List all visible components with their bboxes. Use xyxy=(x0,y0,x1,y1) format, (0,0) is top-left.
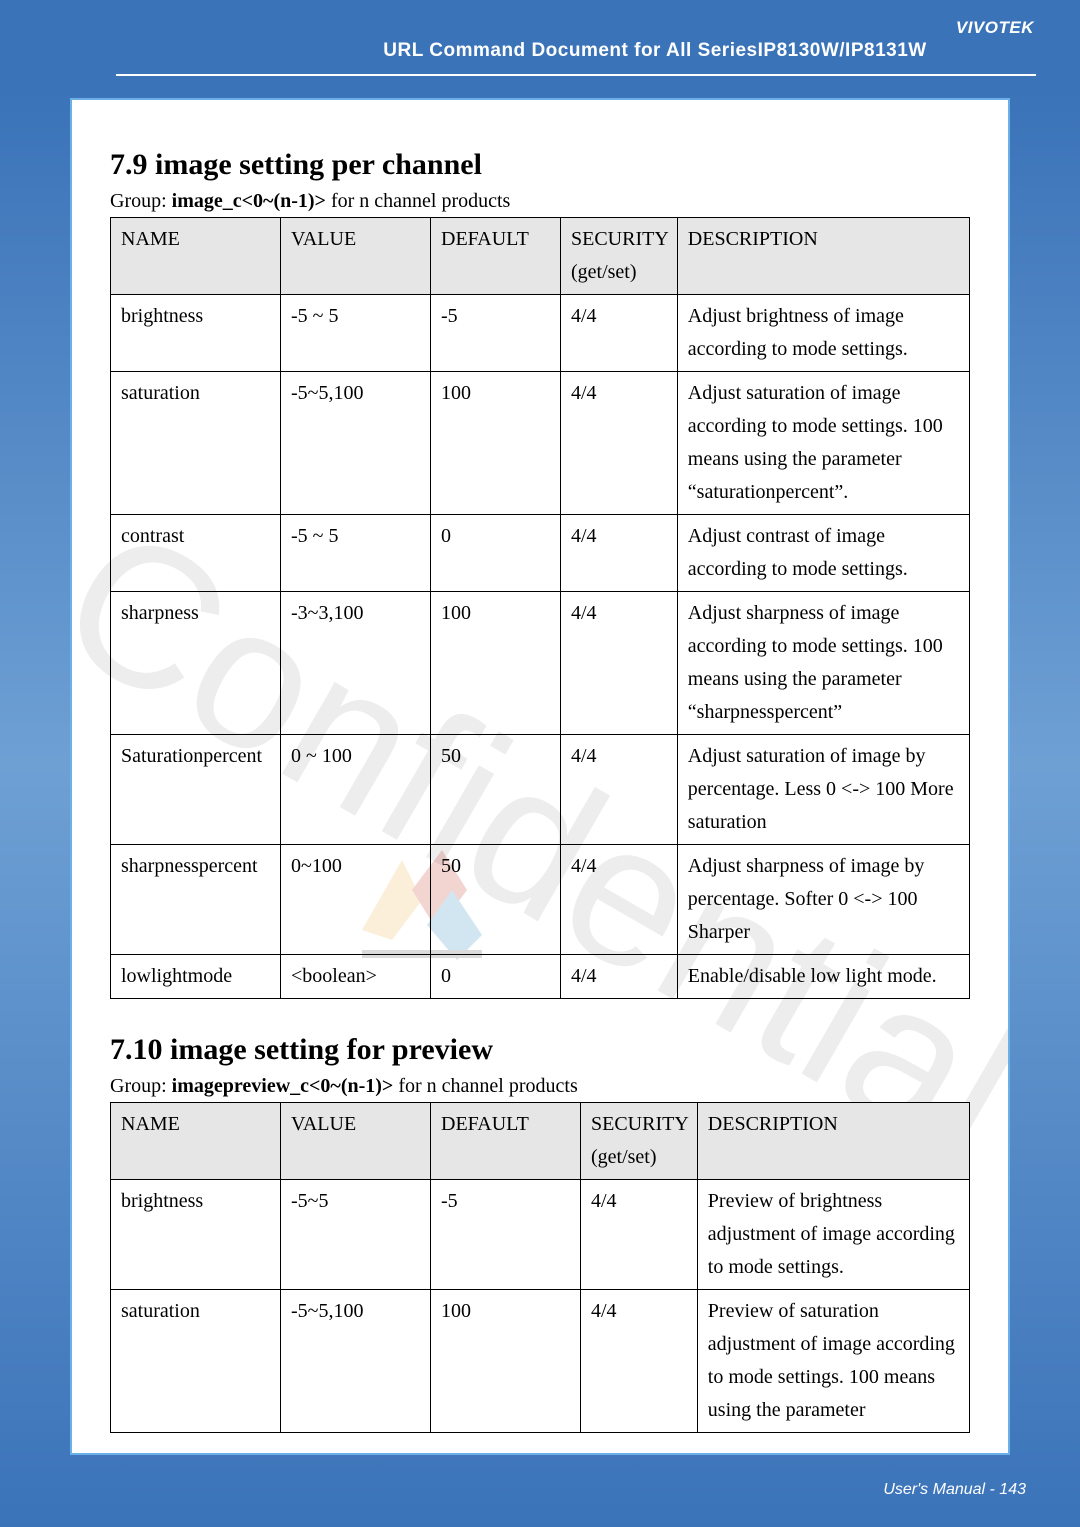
table-7-10: NAME VALUE DEFAULT SECURITY (get/set) DE… xyxy=(110,1102,970,1433)
cell-value: -5~5 xyxy=(281,1180,431,1290)
cell-description: Adjust sharpness of image according to m… xyxy=(677,592,969,735)
cell-name: sharpnesspercent xyxy=(111,845,281,955)
col-value: VALUE xyxy=(281,218,431,295)
table-row: sharpness -3~3,100 100 4/4 Adjust sharpn… xyxy=(111,592,970,735)
cell-value: -5 ~ 5 xyxy=(281,295,431,372)
cell-description: Preview of brightness adjustment of imag… xyxy=(697,1180,969,1290)
section-7-9-heading: 7.9 image setting per channel xyxy=(110,148,970,182)
page-footer: User's Manual - 143 xyxy=(883,1481,1026,1499)
cell-description: Enable/disable low light mode. xyxy=(677,955,969,999)
brand-label: VIVOTEK xyxy=(956,18,1034,38)
content-frame: Confidential 7.9 image setting per chann… xyxy=(70,98,1010,1455)
doc-title: URL Command Document for All SeriesIP813… xyxy=(0,40,1080,62)
cell-name: sharpness xyxy=(111,592,281,735)
col-security-l2: (get/set) xyxy=(571,261,637,283)
table-row: NAME VALUE DEFAULT SECURITY (get/set) DE… xyxy=(111,218,970,295)
cell-security: 4/4 xyxy=(561,295,678,372)
group-prefix: Group: xyxy=(110,1075,172,1097)
cell-default: 50 xyxy=(431,845,561,955)
cell-description: Adjust brightness of image according to … xyxy=(677,295,969,372)
cell-security: 4/4 xyxy=(581,1180,698,1290)
table-row: NAME VALUE DEFAULT SECURITY (get/set) DE… xyxy=(111,1103,970,1180)
cell-description: Preview of saturation adjustment of imag… xyxy=(697,1290,969,1433)
page-header: VIVOTEK URL Command Document for All Ser… xyxy=(0,0,1080,74)
cell-default: 100 xyxy=(431,1290,581,1433)
section-7-10-heading: 7.10 image setting for preview xyxy=(110,1033,970,1067)
cell-description: Adjust sharpness of image by percentage.… xyxy=(677,845,969,955)
table-row: Saturationpercent 0 ~ 100 50 4/4 Adjust … xyxy=(111,735,970,845)
table-row: brightness -5~5 -5 4/4 Preview of bright… xyxy=(111,1180,970,1290)
cell-value: -3~3,100 xyxy=(281,592,431,735)
cell-name: saturation xyxy=(111,372,281,515)
group-prefix: Group: xyxy=(110,190,172,212)
cell-default: 50 xyxy=(431,735,561,845)
table-row: brightness -5 ~ 5 -5 4/4 Adjust brightne… xyxy=(111,295,970,372)
cell-security: 4/4 xyxy=(561,372,678,515)
cell-security: 4/4 xyxy=(561,735,678,845)
section-7-9-group: Group: image_c<0~(n-1)> for n channel pr… xyxy=(110,190,970,213)
group-suffix: for n channel products xyxy=(393,1075,577,1097)
cell-value: 0 ~ 100 xyxy=(281,735,431,845)
cell-default: -5 xyxy=(431,295,561,372)
col-default: DEFAULT xyxy=(431,218,561,295)
group-name: imagepreview_c<0~(n-1)> xyxy=(172,1075,394,1097)
cell-value: -5~5,100 xyxy=(281,372,431,515)
cell-name: lowlightmode xyxy=(111,955,281,999)
cell-security: 4/4 xyxy=(561,592,678,735)
table-row: saturation -5~5,100 100 4/4 Adjust satur… xyxy=(111,372,970,515)
cell-name: brightness xyxy=(111,1180,281,1290)
table-row: lowlightmode <boolean> 0 4/4 Enable/disa… xyxy=(111,955,970,999)
cell-security: 4/4 xyxy=(561,955,678,999)
cell-default: 100 xyxy=(431,372,561,515)
cell-default: 100 xyxy=(431,592,561,735)
cell-security: 4/4 xyxy=(561,845,678,955)
cell-name: saturation xyxy=(111,1290,281,1433)
cell-security: 4/4 xyxy=(581,1290,698,1433)
cell-default: 0 xyxy=(431,515,561,592)
col-security-l1: SECURITY xyxy=(571,228,669,250)
col-security: SECURITY (get/set) xyxy=(561,218,678,295)
cell-value: 0~100 xyxy=(281,845,431,955)
cell-name: Saturationpercent xyxy=(111,735,281,845)
cell-value: -5 ~ 5 xyxy=(281,515,431,592)
col-security-l2: (get/set) xyxy=(591,1146,657,1168)
cell-default: 0 xyxy=(431,955,561,999)
group-name: image_c<0~(n-1)> xyxy=(172,190,326,212)
cell-value: <boolean> xyxy=(281,955,431,999)
table-7-9: NAME VALUE DEFAULT SECURITY (get/set) DE… xyxy=(110,217,970,999)
col-value: VALUE xyxy=(281,1103,431,1180)
group-suffix: for n channel products xyxy=(326,190,510,212)
col-description: DESCRIPTION xyxy=(697,1103,969,1180)
table-row: sharpnesspercent 0~100 50 4/4 Adjust sha… xyxy=(111,845,970,955)
table-row: saturation -5~5,100 100 4/4 Preview of s… xyxy=(111,1290,970,1433)
cell-name: contrast xyxy=(111,515,281,592)
cell-description: Adjust contrast of image according to mo… xyxy=(677,515,969,592)
cell-security: 4/4 xyxy=(561,515,678,592)
table-row: contrast -5 ~ 5 0 4/4 Adjust contrast of… xyxy=(111,515,970,592)
cell-description: Adjust saturation of image according to … xyxy=(677,372,969,515)
col-security-l1: SECURITY xyxy=(591,1113,689,1135)
col-description: DESCRIPTION xyxy=(677,218,969,295)
section-7-10-group: Group: imagepreview_c<0~(n-1)> for n cha… xyxy=(110,1075,970,1098)
cell-default: -5 xyxy=(431,1180,581,1290)
col-name: NAME xyxy=(111,1103,281,1180)
col-default: DEFAULT xyxy=(431,1103,581,1180)
col-security: SECURITY (get/set) xyxy=(581,1103,698,1180)
cell-value: -5~5,100 xyxy=(281,1290,431,1433)
col-name: NAME xyxy=(111,218,281,295)
cell-name: brightness xyxy=(111,295,281,372)
cell-description: Adjust saturation of image by percentage… xyxy=(677,735,969,845)
